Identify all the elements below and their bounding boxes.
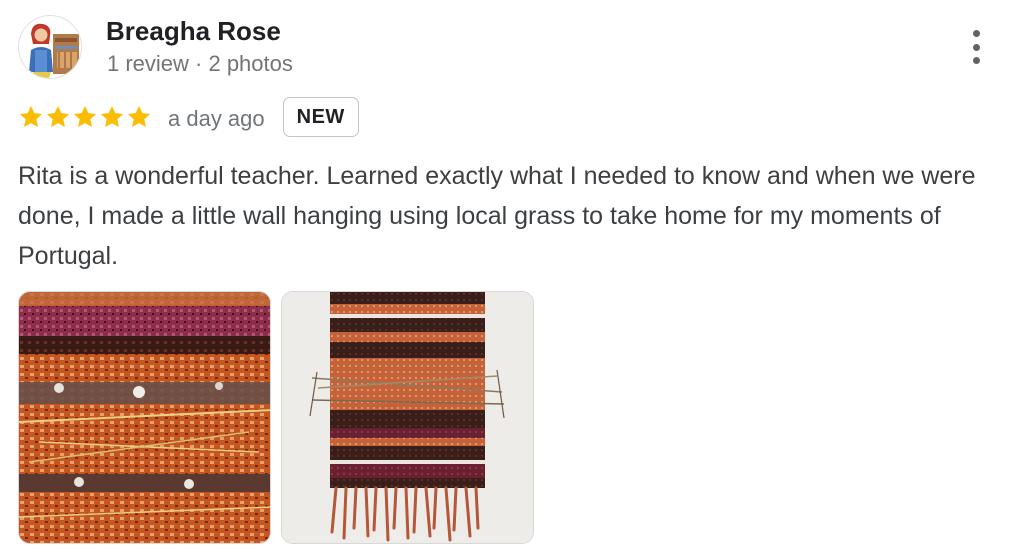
star-icon <box>73 105 97 127</box>
star-icon <box>46 105 70 127</box>
more-vert-icon <box>972 30 980 37</box>
more-vert-icon-dot <box>972 43 980 51</box>
wall-hanging-image <box>282 292 533 543</box>
star-icon <box>100 105 124 127</box>
author-name[interactable]: Breagha Rose <box>106 14 281 48</box>
more-vert-icon-dot <box>972 57 980 64</box>
new-badge: NEW <box>282 97 359 137</box>
rating-row: a day ago NEW <box>18 97 359 137</box>
review-date: a day ago <box>168 105 265 131</box>
star-icon <box>19 105 43 127</box>
woven-fabric-closeup-image <box>19 292 270 543</box>
star-icon <box>127 105 151 127</box>
avatar[interactable] <box>18 15 82 79</box>
avatar-image <box>19 16 81 78</box>
star-rating <box>18 104 152 130</box>
more-options-button[interactable] <box>958 26 994 68</box>
review-photo-wall-hanging[interactable] <box>281 291 534 544</box>
author-meta: 1 review · 2 photos <box>107 51 293 76</box>
review-text: Rita is a wonderful teacher. Learned exa… <box>18 162 976 270</box>
review-photo-closeup[interactable] <box>18 291 271 544</box>
